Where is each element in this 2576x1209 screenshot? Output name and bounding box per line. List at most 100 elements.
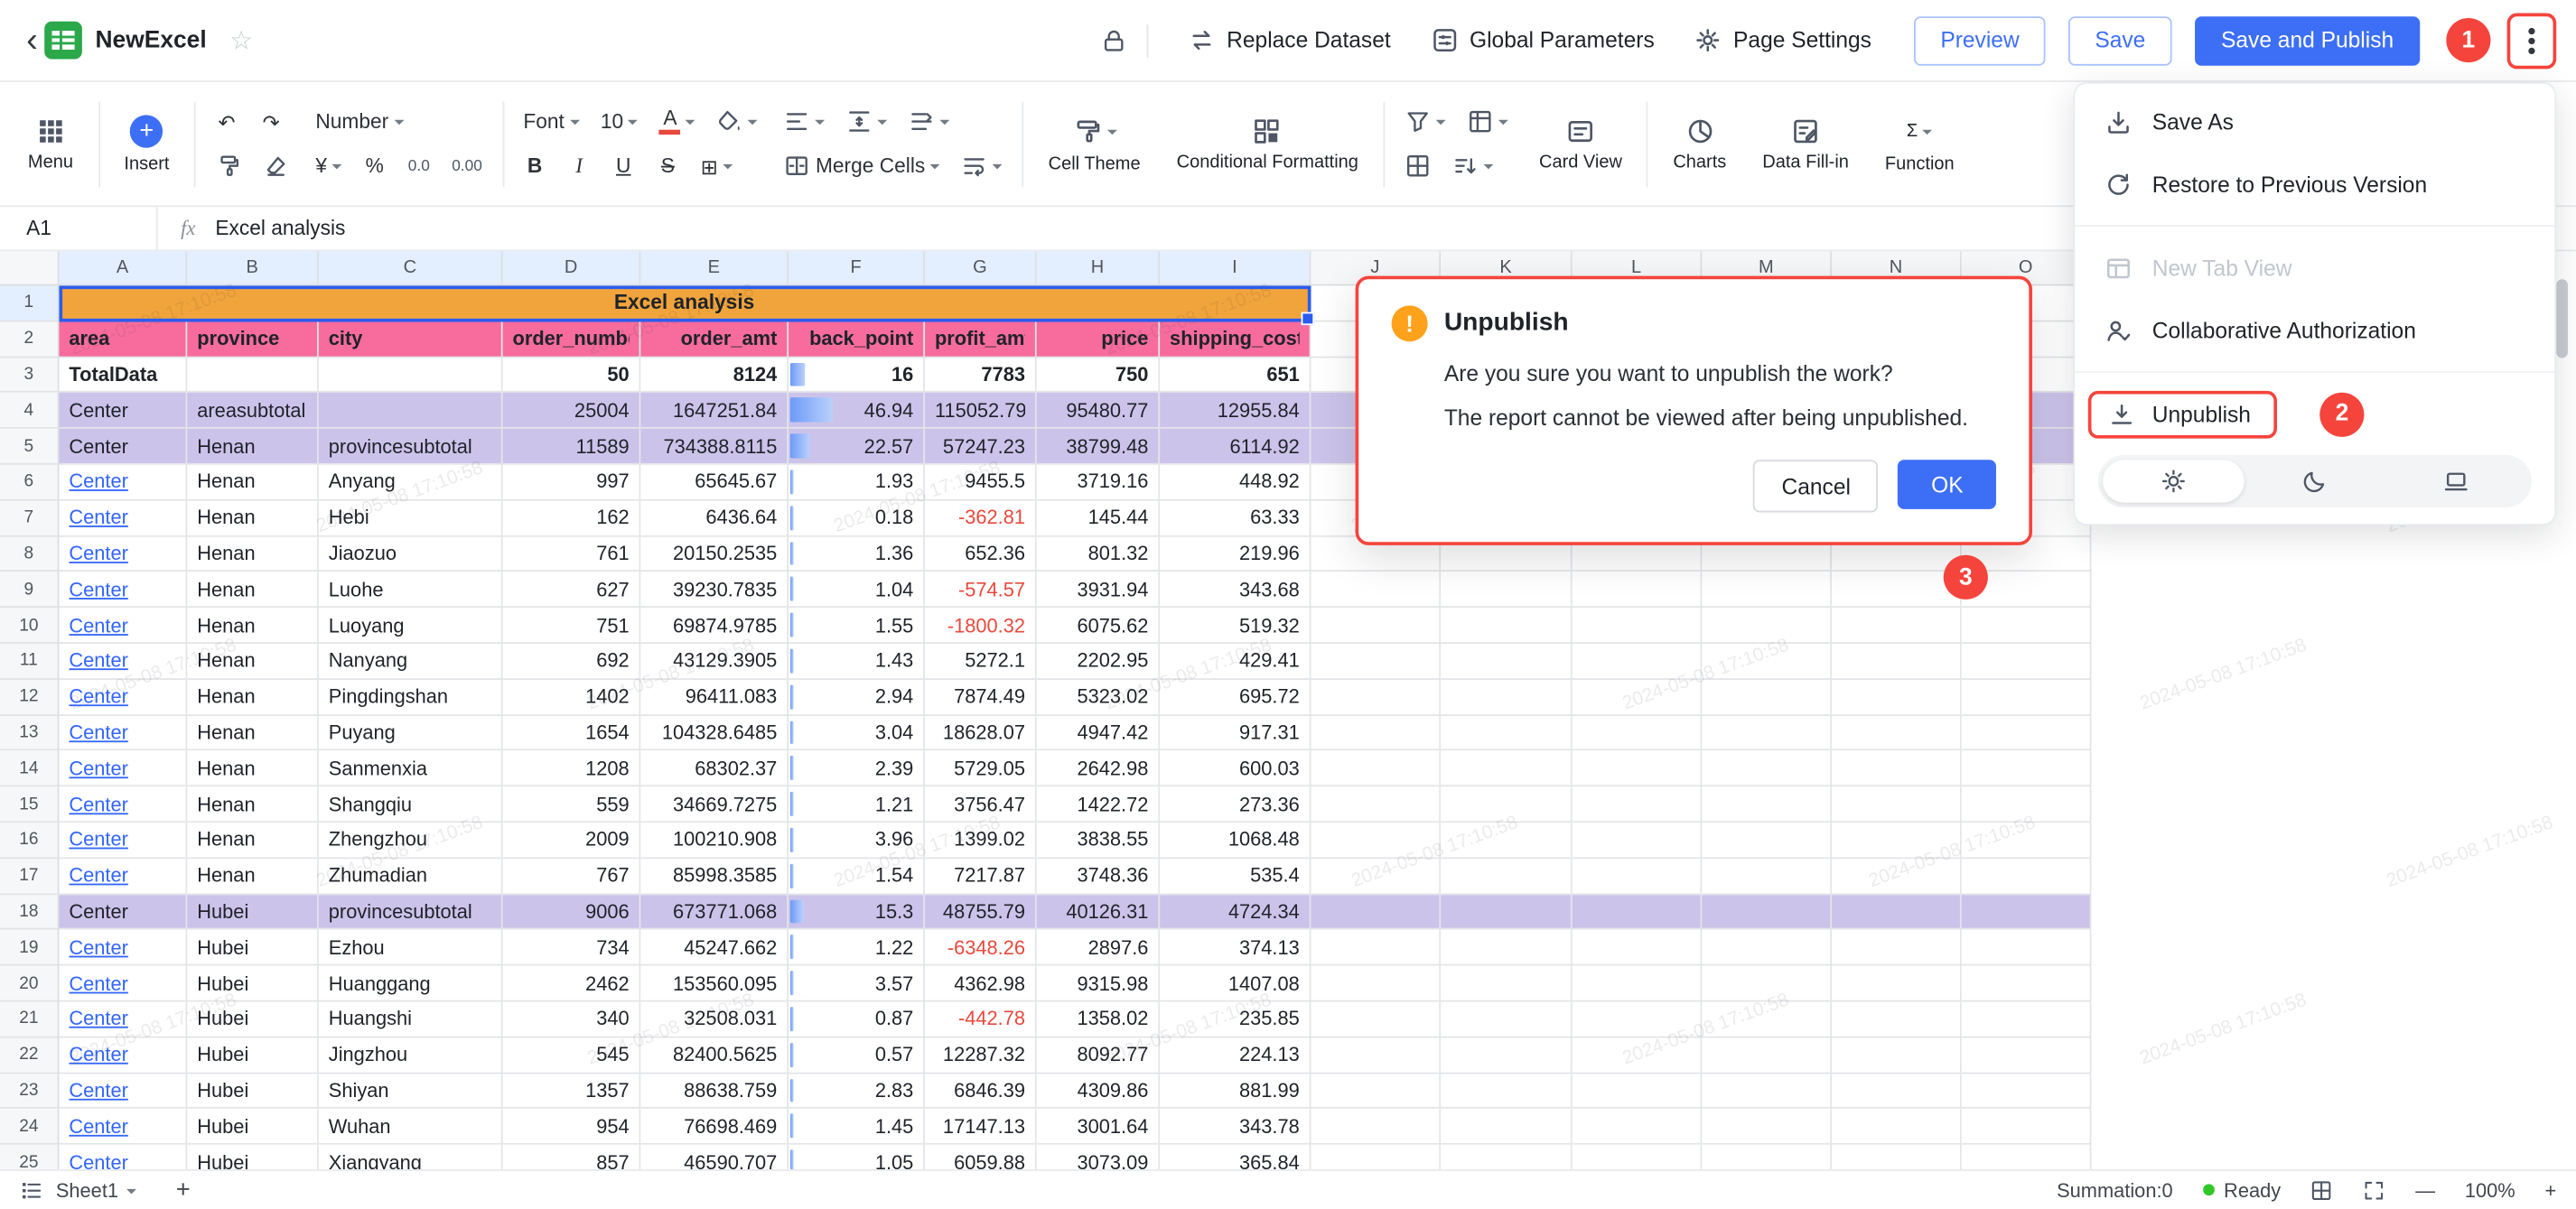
- cell[interactable]: Center: [59, 608, 187, 644]
- cell[interactable]: 545: [503, 1037, 641, 1074]
- cell[interactable]: 1.36: [789, 536, 925, 572]
- cell[interactable]: area: [59, 321, 187, 358]
- add-sheet-button[interactable]: +: [176, 1176, 191, 1204]
- cell[interactable]: [1573, 823, 1703, 859]
- cell[interactable]: [1573, 930, 1703, 966]
- undo-button[interactable]: ↶: [209, 104, 245, 140]
- vertical-align-button[interactable]: [840, 104, 894, 140]
- freeze-button[interactable]: [1398, 148, 1438, 184]
- cell[interactable]: 76698.469: [640, 1109, 789, 1145]
- cell[interactable]: 5729.05: [925, 751, 1037, 787]
- cell[interactable]: [1573, 1074, 1703, 1110]
- charts-button[interactable]: Charts: [1662, 116, 1738, 172]
- cell-reference-box[interactable]: A1: [0, 207, 158, 249]
- cell[interactable]: 535.4: [1160, 859, 1311, 895]
- cell[interactable]: [1441, 787, 1573, 823]
- cell[interactable]: 88638.759: [640, 1074, 789, 1110]
- column-header-H[interactable]: H: [1037, 251, 1160, 285]
- page-settings-button[interactable]: Page Settings: [1694, 26, 1871, 54]
- vertical-scrollbar[interactable]: [2556, 279, 2568, 358]
- cell[interactable]: [319, 393, 503, 429]
- cell[interactable]: 34669.7275: [640, 787, 789, 823]
- row-header-5[interactable]: 5: [0, 429, 59, 465]
- cell[interactable]: 45247.662: [640, 930, 789, 966]
- cell[interactable]: [1311, 644, 1441, 680]
- cell[interactable]: Hubei: [187, 930, 319, 966]
- cell[interactable]: province: [187, 321, 319, 358]
- cell[interactable]: Henan: [187, 536, 319, 572]
- cell[interactable]: Nanyang: [319, 644, 503, 680]
- conditional-formatting-button[interactable]: Conditional Formatting: [1165, 116, 1370, 172]
- cell[interactable]: Henan: [187, 859, 319, 895]
- cell[interactable]: [1573, 1109, 1703, 1145]
- cell[interactable]: Center: [59, 1145, 187, 1169]
- cell[interactable]: [1832, 608, 1962, 644]
- cell[interactable]: 651: [1160, 358, 1311, 394]
- cell[interactable]: 673771.068: [640, 894, 789, 930]
- cell[interactable]: 1.43: [789, 644, 925, 680]
- cell[interactable]: [1702, 1037, 1832, 1074]
- cell[interactable]: 1.55: [789, 608, 925, 644]
- cell[interactable]: Shangqiu: [319, 787, 503, 823]
- cell[interactable]: [1962, 1001, 2092, 1037]
- cell[interactable]: 801.32: [1037, 536, 1160, 572]
- cell[interactable]: order_number: [503, 321, 641, 358]
- cell[interactable]: 6436.64: [640, 500, 789, 536]
- cell[interactable]: Zhengzhou: [319, 823, 503, 859]
- row-header-25[interactable]: 25: [0, 1145, 59, 1169]
- cell[interactable]: 997: [503, 465, 641, 501]
- cell[interactable]: [1832, 1074, 1962, 1110]
- cell[interactable]: [1702, 608, 1832, 644]
- menu-item-unpublish[interactable]: Unpublish2: [2075, 383, 2554, 445]
- cell[interactable]: 1208: [503, 751, 641, 787]
- cell[interactable]: 50: [503, 358, 641, 394]
- cell[interactable]: [1311, 966, 1441, 1002]
- cell[interactable]: [1311, 894, 1441, 930]
- cell[interactable]: Ezhou: [319, 930, 503, 966]
- italic-button[interactable]: I: [561, 148, 597, 184]
- row-header-10[interactable]: 10: [0, 608, 59, 644]
- theme-light-button[interactable]: [2103, 460, 2244, 502]
- cell[interactable]: 1654: [503, 715, 641, 751]
- row-header-6[interactable]: 6: [0, 465, 59, 501]
- cell[interactable]: 2202.95: [1037, 644, 1160, 680]
- cell[interactable]: 3756.47: [925, 787, 1037, 823]
- cell[interactable]: 18628.07: [925, 715, 1037, 751]
- kebab-menu-icon[interactable]: [2528, 37, 2534, 43]
- cell[interactable]: [1311, 1109, 1441, 1145]
- cell[interactable]: 16: [789, 358, 925, 394]
- row-header-9[interactable]: 9: [0, 572, 59, 609]
- cell[interactable]: [1702, 1074, 1832, 1110]
- cell[interactable]: 82400.5625: [640, 1037, 789, 1074]
- cell[interactable]: 85998.3585: [640, 859, 789, 895]
- cell[interactable]: [1311, 930, 1441, 966]
- cell[interactable]: Center: [59, 1037, 187, 1074]
- cell[interactable]: [1832, 572, 1962, 609]
- theme-dark-button[interactable]: [2245, 460, 2385, 502]
- cell[interactable]: [1702, 823, 1832, 859]
- cell[interactable]: Henan: [187, 608, 319, 644]
- cell[interactable]: Sanmenxia: [319, 751, 503, 787]
- cell[interactable]: Center: [59, 429, 187, 465]
- zoom-in-button[interactable]: +: [2544, 1178, 2556, 1201]
- cell-theme-button[interactable]: Cell Theme: [1037, 114, 1152, 172]
- cell[interactable]: [1962, 751, 2092, 787]
- cell[interactable]: Henan: [187, 787, 319, 823]
- cell[interactable]: 1.04: [789, 572, 925, 609]
- preview-button[interactable]: Preview: [1914, 15, 2046, 65]
- cell[interactable]: Center: [59, 894, 187, 930]
- cell[interactable]: provincesubtotal: [319, 429, 503, 465]
- cell[interactable]: back_point: [789, 321, 925, 358]
- function-button[interactable]: Σ Function: [1873, 114, 1965, 172]
- cell[interactable]: -1800.32: [925, 608, 1037, 644]
- increase-decimal-button[interactable]: 0.00: [445, 148, 489, 184]
- cell[interactable]: 3073.09: [1037, 1145, 1160, 1169]
- cell[interactable]: 0.18: [789, 500, 925, 536]
- cell[interactable]: [1573, 715, 1703, 751]
- cell[interactable]: Center: [59, 1001, 187, 1037]
- cell[interactable]: 22.57: [789, 429, 925, 465]
- cell[interactable]: shipping_cost: [1160, 321, 1311, 358]
- cell[interactable]: [1702, 1001, 1832, 1037]
- cell[interactable]: 1358.02: [1037, 1001, 1160, 1037]
- cell[interactable]: [1832, 644, 1962, 680]
